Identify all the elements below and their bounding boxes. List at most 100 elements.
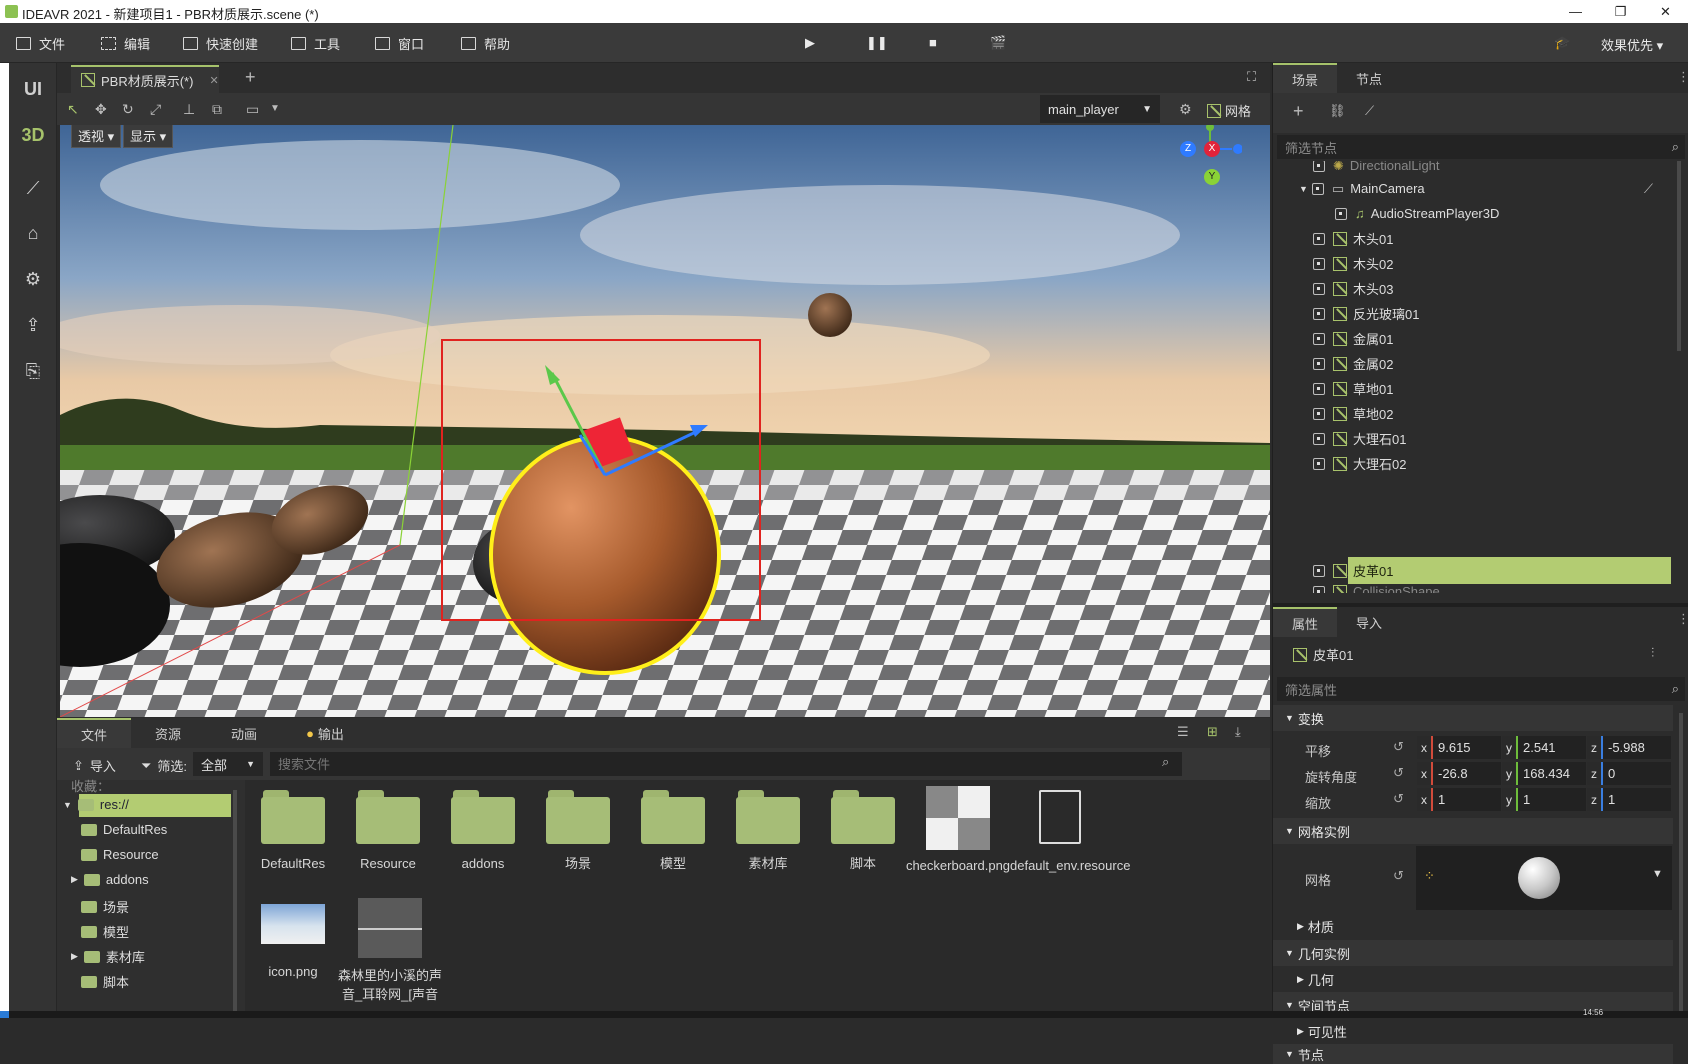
menu-file[interactable]: 文件: [16, 34, 65, 53]
link-icon[interactable]: ⛓: [1329, 103, 1346, 119]
visibility-checkbox[interactable]: [1311, 182, 1324, 195]
scale-z-field[interactable]: z1: [1587, 788, 1671, 811]
orientation-gizmo[interactable]: Z X Y: [1180, 125, 1242, 189]
gizmo-x-icon[interactable]: X: [1204, 141, 1220, 157]
settings-panel-icon[interactable]: ⚙: [9, 269, 57, 290]
reset-icon[interactable]: ↺: [1393, 868, 1404, 884]
reset-icon[interactable]: ↺: [1393, 739, 1404, 755]
visibility-checkbox[interactable]: [1313, 161, 1325, 172]
export-icon[interactable]: ⇪: [9, 315, 57, 336]
display-dropdown[interactable]: 显示 ▾: [123, 125, 174, 148]
maximize-button[interactable]: ❐: [1598, 0, 1643, 23]
asset-folder[interactable]: addons: [435, 790, 531, 873]
tree-item-resource[interactable]: Resource: [81, 847, 159, 862]
download-icon[interactable]: ⤓: [1235, 724, 1241, 740]
asset-folder[interactable]: 素材库: [720, 790, 816, 873]
scene-tab[interactable]: PBR材质展示(*) ✕: [71, 65, 219, 93]
translate-y-field[interactable]: y 2.541: [1502, 736, 1586, 759]
visibility-checkbox[interactable]: [1313, 232, 1325, 245]
scale-y-field[interactable]: y1: [1502, 788, 1586, 811]
reset-icon[interactable]: ↺: [1393, 765, 1404, 781]
tree-item-scripts[interactable]: 脚本: [81, 972, 129, 991]
store-icon[interactable]: ⌂: [9, 223, 57, 244]
more-options-icon[interactable]: ⋮: [1677, 69, 1688, 85]
asset-folder[interactable]: DefaultRes: [245, 790, 341, 873]
tab-output[interactable]: ● 输出: [283, 718, 367, 748]
rotation-x-field[interactable]: x -26.8: [1417, 762, 1501, 785]
tree-scrollbar[interactable]: [233, 790, 237, 1015]
move-tool-icon[interactable]: ✥: [95, 101, 107, 118]
close-tab-icon[interactable]: ✕: [209, 74, 218, 87]
3d-viewport[interactable]: 透视 ▾ 显示 ▾ Z X Y: [60, 125, 1270, 717]
ruler-dropdown-icon[interactable]: ▼: [270, 103, 280, 114]
visibility-checkbox[interactable]: [1313, 457, 1325, 470]
tree-item-defaultres[interactable]: DefaultRes: [81, 822, 167, 837]
tree-node[interactable]: 木头03: [1273, 276, 1673, 301]
add-resource-icon[interactable]: ⁘: [1424, 868, 1435, 884]
tree-node[interactable]: 金属02: [1273, 351, 1673, 376]
tree-item-models[interactable]: 模型: [81, 922, 129, 941]
menu-edit[interactable]: 编辑: [101, 34, 150, 53]
graduation-cap-icon[interactable]: 🎓: [1554, 35, 1570, 51]
asset-image[interactable]: checkerboard.png: [905, 786, 1011, 875]
close-window-button[interactable]: ✕: [1643, 0, 1688, 23]
add-node-icon[interactable]: +: [1293, 101, 1304, 122]
taskbar-start-icon[interactable]: [0, 1011, 9, 1018]
minimize-button[interactable]: —: [1553, 0, 1598, 23]
select-tool-icon[interactable]: ↖: [67, 101, 79, 118]
viewport-settings-icon[interactable]: ⚙: [1179, 101, 1192, 118]
visibility-checkbox[interactable]: [1313, 382, 1325, 395]
clapperboard-icon[interactable]: 🎬: [990, 35, 1006, 51]
tree-node[interactable]: 草地01: [1273, 376, 1673, 401]
section-visibility[interactable]: ▶ 可见性: [1273, 1018, 1673, 1044]
filter-select[interactable]: 全部 ▼: [193, 752, 263, 776]
mesh-resource-picker[interactable]: ⁘ ▼: [1416, 846, 1672, 910]
node-filter-input[interactable]: 筛选节点 ⌕: [1277, 135, 1685, 159]
node-path-icon[interactable]: ⟋: [1644, 181, 1653, 197]
asset-folder[interactable]: Resource: [340, 790, 436, 873]
visibility-checkbox[interactable]: [1313, 585, 1325, 593]
tree-node[interactable]: ♫ AudioStreamPlayer3D: [1273, 201, 1673, 226]
visibility-checkbox[interactable]: [1313, 307, 1325, 320]
add-tab-button[interactable]: +: [245, 67, 256, 88]
rotate-tool-icon[interactable]: ↻: [122, 101, 134, 118]
gizmo-z-icon[interactable]: Z: [1180, 141, 1196, 157]
visibility-checkbox[interactable]: [1313, 257, 1325, 270]
tree-node[interactable]: ▼ ▭ MainCamera ⟋: [1273, 176, 1673, 201]
more-options-icon[interactable]: ⋮: [1677, 611, 1688, 627]
tab-resources[interactable]: 资源: [131, 718, 205, 748]
property-filter-input[interactable]: 筛选属性 ⌕: [1277, 677, 1685, 701]
rotation-z-field[interactable]: z0: [1587, 762, 1671, 785]
node-path-icon[interactable]: ⟋: [1365, 103, 1374, 119]
visibility-checkbox[interactable]: [1313, 564, 1325, 577]
reset-icon[interactable]: ↺: [1393, 791, 1404, 807]
visibility-checkbox[interactable]: [1335, 207, 1347, 220]
tree-node[interactable]: 木头01: [1273, 226, 1673, 251]
asset-folder[interactable]: 脚本: [815, 790, 911, 873]
menu-quick-create[interactable]: 快速创建: [183, 34, 258, 53]
node-path-icon[interactable]: ⟋: [9, 178, 57, 199]
tab-files[interactable]: 文件: [57, 718, 131, 748]
gizmo-y-icon[interactable]: Y: [1204, 169, 1220, 185]
local-space-icon[interactable]: ⊥: [183, 101, 195, 118]
search-icon[interactable]: ⌕: [1162, 754, 1169, 770]
tree-item-addons[interactable]: ▶ addons: [71, 872, 149, 887]
menu-tools[interactable]: 工具: [291, 34, 340, 53]
translate-x-field[interactable]: x 9.615: [1417, 736, 1501, 759]
section-material[interactable]: ▶ 材质: [1273, 913, 1673, 939]
tab-properties[interactable]: 属性: [1273, 607, 1337, 637]
ruler-icon[interactable]: ▭: [246, 101, 259, 118]
three-d-mode-button[interactable]: 3D: [9, 125, 57, 146]
list-view-icon[interactable]: ☰: [1177, 724, 1189, 740]
tree-node[interactable]: 大理石01: [1273, 426, 1673, 451]
asset-audio[interactable]: 森林里的小溪的声音_耳聆网_[声音: [335, 898, 445, 1004]
tab-animation[interactable]: 动画: [205, 718, 283, 748]
properties-scrollbar[interactable]: [1679, 713, 1683, 1013]
visibility-checkbox[interactable]: [1313, 432, 1325, 445]
tab-node[interactable]: 节点: [1337, 63, 1401, 93]
file-search-input[interactable]: [270, 752, 1182, 776]
tab-scene[interactable]: 场景: [1273, 63, 1337, 93]
tab-import[interactable]: 导入: [1337, 607, 1401, 637]
section-mesh-instance[interactable]: ▼ 网格实例: [1273, 818, 1673, 844]
tree-node[interactable]: CollisionShape: [1273, 579, 1673, 593]
